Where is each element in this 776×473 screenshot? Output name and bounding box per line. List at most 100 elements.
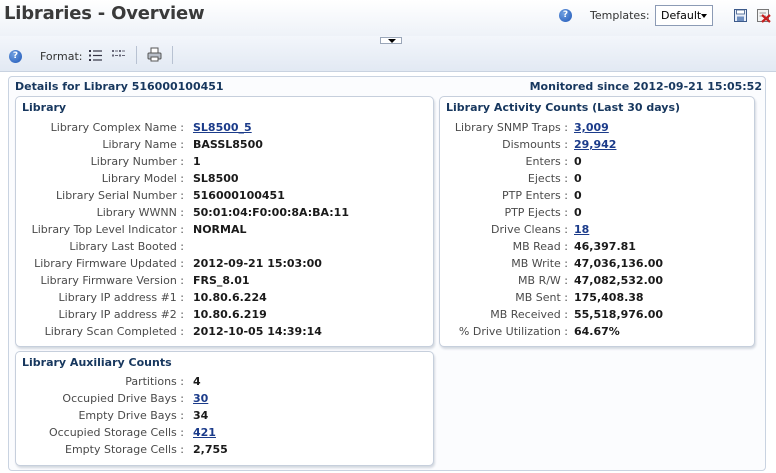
- activity-row: Ejects : 0: [440, 172, 756, 189]
- library-row-label: Library Model :: [101, 172, 184, 185]
- library-row-value: 1: [193, 155, 201, 168]
- library-row-value-link[interactable]: SL8500_5: [193, 121, 252, 134]
- auxiliary-row-value: 2,755: [193, 443, 228, 456]
- help-icon[interactable]: ?: [559, 9, 572, 22]
- activity-row-value-link[interactable]: 29,942: [574, 138, 616, 151]
- activity-row-value-link[interactable]: 3,009: [574, 121, 609, 134]
- library-row-label: Library Serial Number :: [56, 189, 184, 202]
- library-row-value: 2012-10-05 14:39:14: [193, 325, 322, 338]
- activity-row-label: % Drive Utilization :: [458, 325, 568, 338]
- activity-row-value: 64.67%: [574, 325, 620, 338]
- activity-row-value: 46,397.81: [574, 240, 636, 253]
- auxiliary-row-label: Occupied Storage Cells :: [48, 426, 184, 439]
- library-row: Library Scan Completed : 2012-10-05 14:39…: [16, 325, 435, 342]
- activity-row-label: MB Read :: [512, 240, 568, 253]
- auxiliary-row-value-link[interactable]: 421: [193, 426, 216, 439]
- library-row-value: NORMAL: [193, 223, 247, 236]
- activity-row-label: PTP Enters :: [502, 189, 568, 202]
- library-row: Library Firmware Updated : 2012-09-21 15:…: [16, 257, 435, 274]
- library-row-label: Library Number :: [90, 155, 184, 168]
- library-row-value: FRS_8.01: [193, 274, 250, 287]
- activity-row: MB R/W : 47,082,532.00: [440, 274, 756, 291]
- chevron-down-icon: [701, 14, 707, 18]
- activity-row-label: Dismounts :: [502, 138, 568, 151]
- templates-select-value: Default: [661, 9, 702, 22]
- list-view-icon[interactable]: [88, 48, 103, 63]
- activity-row-value: 47,082,532.00: [574, 274, 664, 287]
- save-template-icon[interactable]: [733, 8, 748, 23]
- activity-row-label: Library SNMP Traps :: [454, 121, 568, 134]
- collapse-icon[interactable]: [380, 37, 402, 44]
- auxiliary-row: Empty Storage Cells : 2,755: [16, 443, 435, 460]
- activity-row-label: MB Write :: [511, 257, 568, 270]
- templates-label: Templates:: [590, 9, 650, 22]
- format-label: Format:: [40, 50, 83, 63]
- library-row-label: Library Firmware Version :: [40, 274, 184, 287]
- auxiliary-row-value: 34: [193, 409, 209, 422]
- library-panel-title: Library: [22, 101, 67, 114]
- library-row-value: SL8500: [193, 172, 239, 185]
- activity-row: PTP Enters : 0: [440, 189, 756, 206]
- activity-row: MB Received : 55,518,976.00: [440, 308, 756, 325]
- library-row-value: 10.80.6.219: [193, 308, 267, 321]
- activity-row-label: MB Received :: [490, 308, 568, 321]
- library-row-label: Library Complex Name :: [50, 121, 184, 134]
- library-row-value: BASSL8500: [193, 138, 263, 151]
- activity-row: Library SNMP Traps : 3,009: [440, 121, 756, 138]
- library-row-value: 2012-09-21 15:03:00: [193, 257, 322, 270]
- library-row-value: 10.80.6.224: [193, 291, 267, 304]
- activity-row-value: 0: [574, 206, 582, 219]
- library-row: Library Complex Name : SL8500_5: [16, 121, 435, 138]
- activity-row-value: 47,036,136.00: [574, 257, 664, 270]
- activity-row-label: Drive Cleans :: [491, 223, 568, 236]
- library-row: Library WWNN : 50:01:04:F0:00:8A:BA:11: [16, 206, 435, 223]
- auxiliary-row-value: 4: [193, 375, 201, 388]
- activity-row-label: PTP Ejects :: [504, 206, 568, 219]
- activity-row-value: 55,518,976.00: [574, 308, 664, 321]
- auxiliary-panel: Library Auxiliary Counts Partitions : 4 Oc…: [15, 351, 434, 466]
- grid-view-icon[interactable]: [111, 48, 126, 63]
- library-row: Library Firmware Version : FRS_8.01: [16, 274, 435, 291]
- library-row-value: 516000100451: [193, 189, 285, 202]
- activity-row: MB Write : 47,036,136.00: [440, 257, 756, 274]
- library-row-label: Library IP address #2 :: [58, 308, 184, 321]
- toolbar-divider: [136, 46, 137, 64]
- auxiliary-row: Partitions : 4: [16, 375, 435, 392]
- auxiliary-row: Occupied Drive Bays : 30: [16, 392, 435, 409]
- auxiliary-row-label: Partitions :: [125, 375, 184, 388]
- auxiliary-row-value-link[interactable]: 30: [193, 392, 208, 405]
- toolbar-divider: [172, 46, 173, 64]
- templates-select[interactable]: Default: [655, 5, 713, 26]
- library-row-label: Library WWNN :: [96, 206, 184, 219]
- library-row-label: Library Last Booted :: [69, 240, 184, 253]
- library-row: Library Name : BASSL8500: [16, 138, 435, 155]
- page-title: Libraries - Overview: [4, 3, 205, 24]
- activity-row-value: 175,408.38: [574, 291, 644, 304]
- library-row-label: Library Scan Completed :: [44, 325, 184, 338]
- library-row: Library Model : SL8500: [16, 172, 435, 189]
- activity-row: Enters : 0: [440, 155, 756, 172]
- library-panel: Library Library Complex Name : SL8500_5 Li…: [15, 96, 434, 347]
- activity-row: MB Sent : 175,408.38: [440, 291, 756, 308]
- auxiliary-row-label: Empty Storage Cells :: [65, 443, 184, 456]
- library-row: Library Number : 1: [16, 155, 435, 172]
- activity-row-label: MB Sent :: [515, 291, 568, 304]
- activity-row-value: 0: [574, 155, 582, 168]
- activity-row-value-link[interactable]: 18: [574, 223, 589, 236]
- library-row: Library Last Booted :: [16, 240, 435, 257]
- page-header: Libraries - Overview ? Templates: Defaul…: [0, 0, 776, 36]
- library-row-label: Library Firmware Updated :: [34, 257, 184, 270]
- delete-template-icon[interactable]: [756, 8, 771, 23]
- activity-row-label: Ejects :: [527, 172, 568, 185]
- auxiliary-row-label: Occupied Drive Bays :: [62, 392, 184, 405]
- monitored-since: Monitored since 2012-09-21 15:05:52: [529, 80, 762, 93]
- library-row: Library Top Level Indicator : NORMAL: [16, 223, 435, 240]
- activity-row: Drive Cleans : 18: [440, 223, 756, 240]
- auxiliary-row-label: Empty Drive Bays :: [78, 409, 184, 422]
- activity-panel: Library Activity Counts (Last 30 days) L…: [439, 96, 755, 347]
- auxiliary-panel-title: Library Auxiliary Counts: [22, 356, 172, 369]
- print-icon[interactable]: [147, 47, 162, 62]
- activity-row-label: Enters :: [525, 155, 568, 168]
- activity-row: MB Read : 46,397.81: [440, 240, 756, 257]
- help-icon[interactable]: ?: [9, 50, 22, 63]
